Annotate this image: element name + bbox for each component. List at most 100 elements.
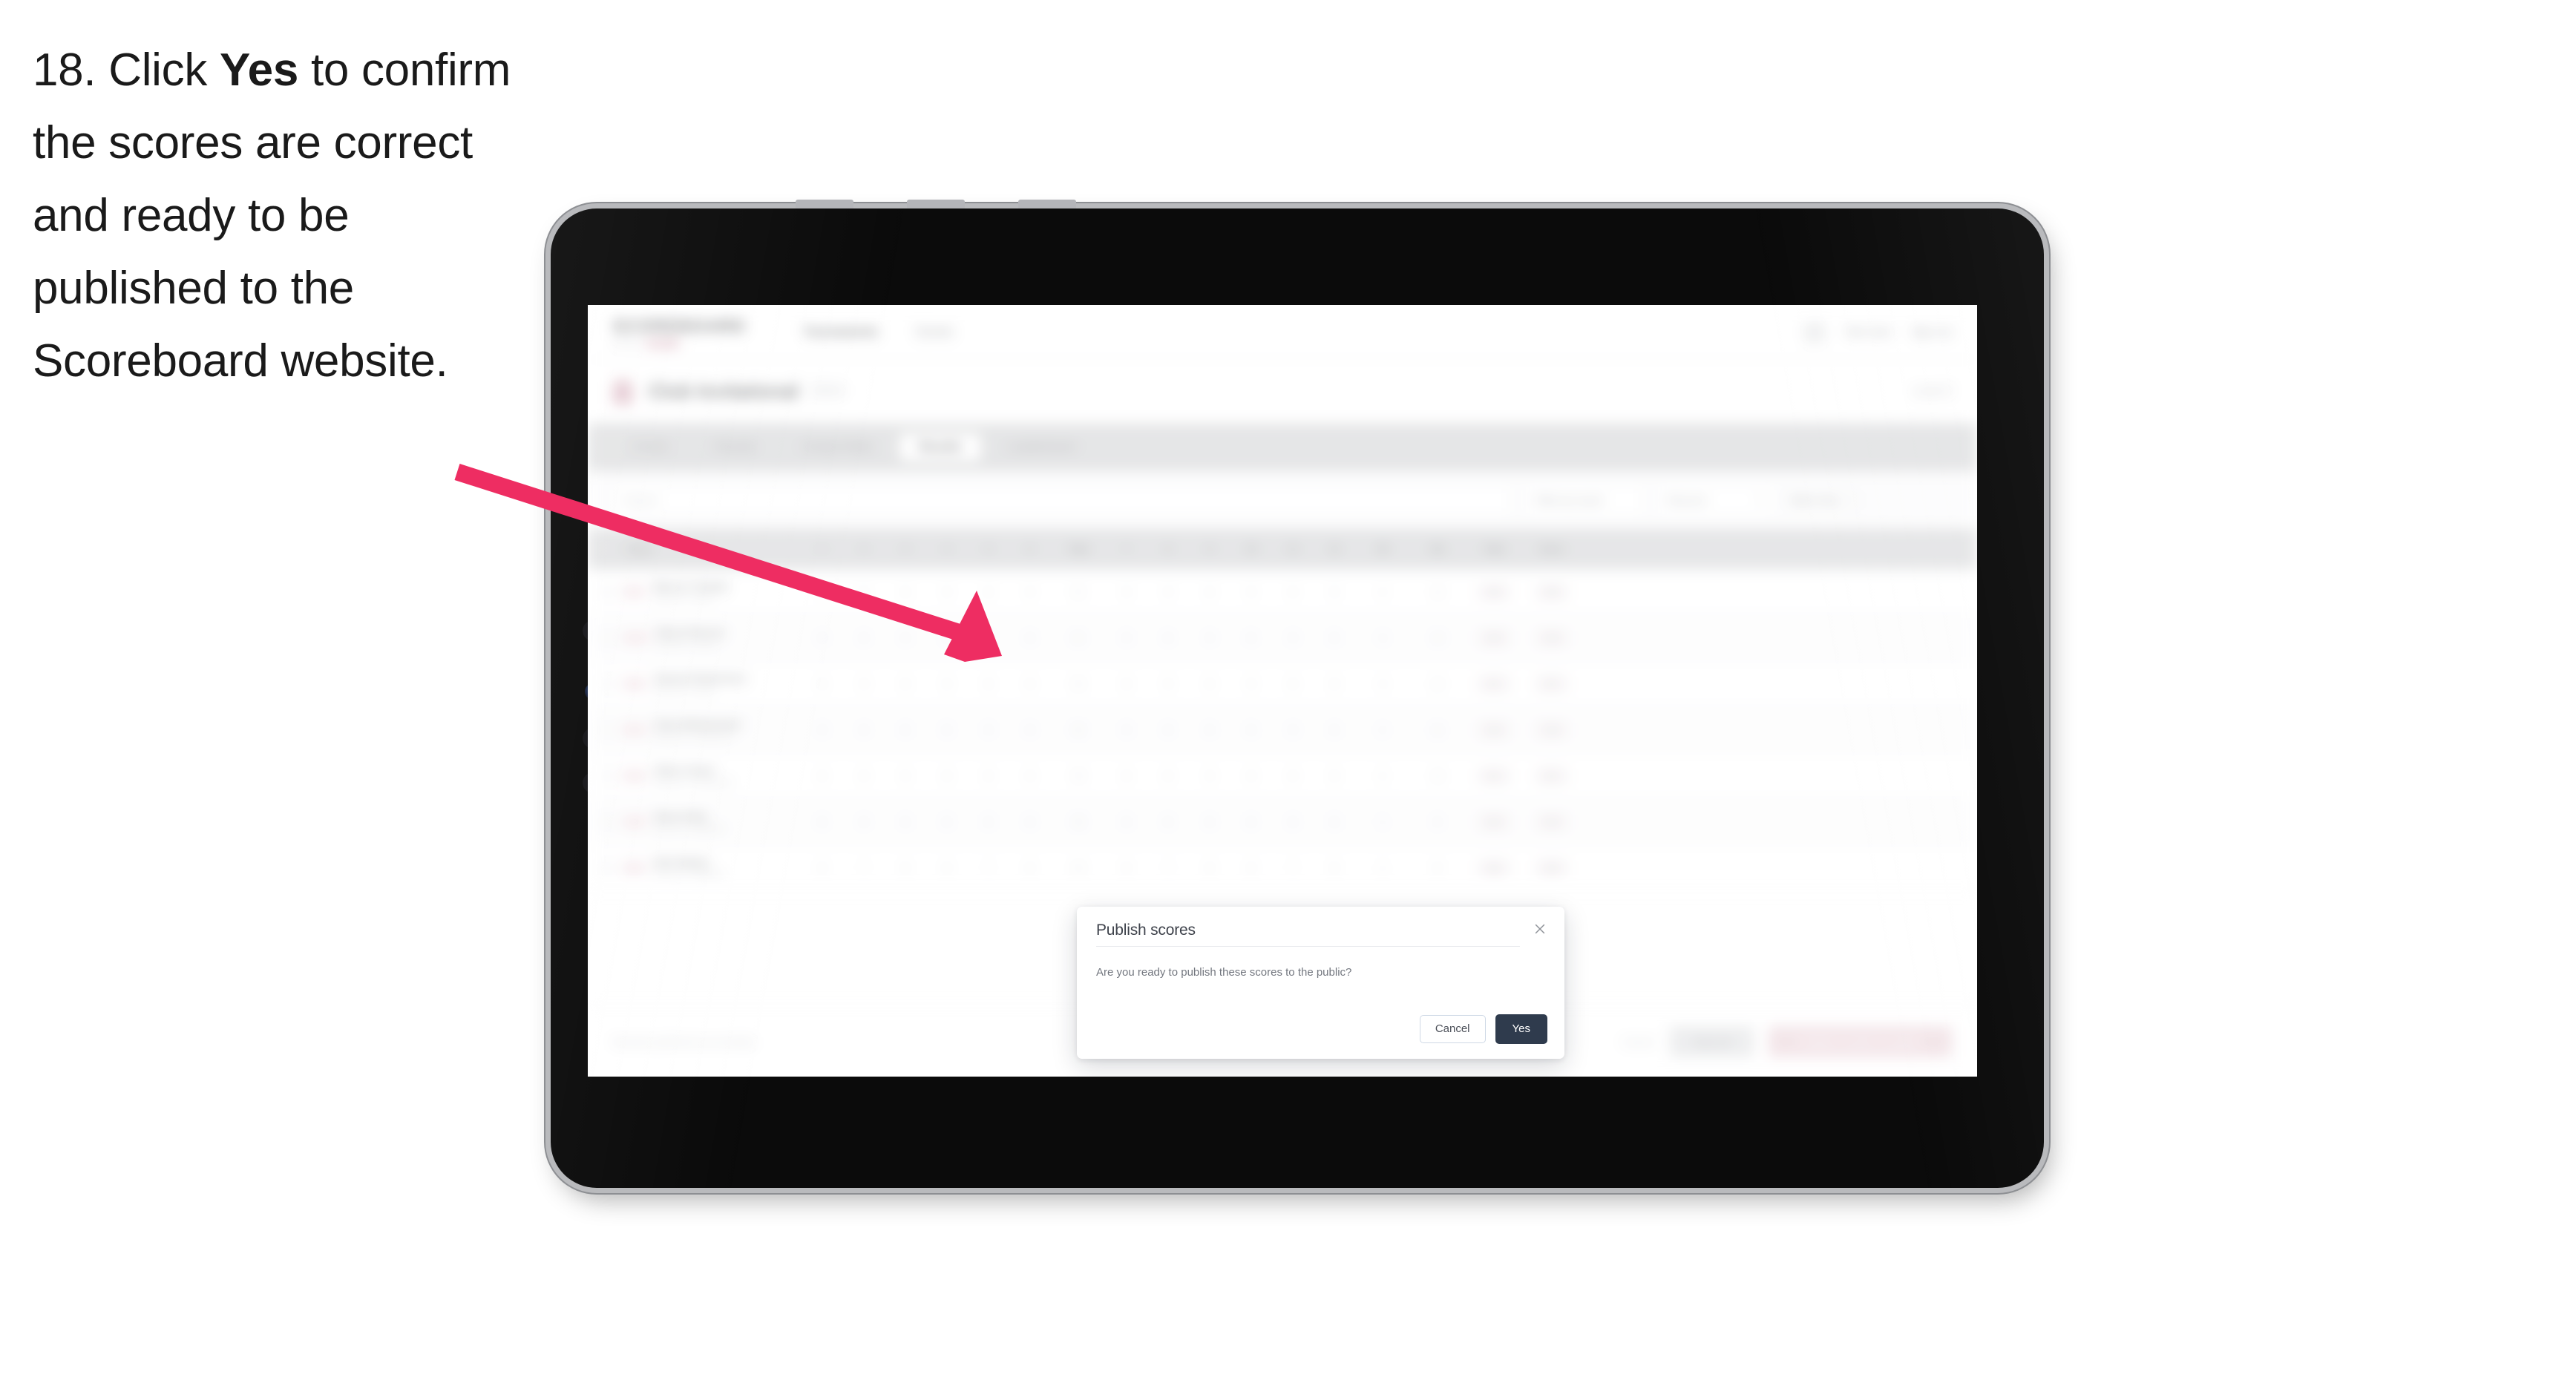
score-cell[interactable]: 9 bbox=[1147, 587, 1189, 597]
score-cell[interactable]: 9 bbox=[802, 633, 843, 643]
score-cell[interactable]: 9 bbox=[1106, 633, 1147, 643]
score-cell[interactable]: 8 bbox=[1009, 863, 1051, 873]
score-cell[interactable]: 8 bbox=[885, 587, 926, 597]
score-cell[interactable]: 8 bbox=[885, 725, 926, 735]
filter-round-select[interactable]: Filter by round bbox=[1524, 483, 1643, 516]
nav-link-tournaments[interactable]: Tournaments bbox=[804, 326, 878, 339]
tab-leaderboard[interactable]: Leaderboard bbox=[989, 433, 1095, 462]
row-checkbox[interactable] bbox=[601, 631, 614, 645]
table-row[interactable]: 1st Marcus Tanaka Recurve • Senior 9 9 8 9 8 9 52… bbox=[588, 569, 1977, 615]
score-cell[interactable]: 9 bbox=[1314, 587, 1355, 597]
score-cell[interactable]: 8 bbox=[1189, 679, 1230, 689]
score-cell[interactable]: 8 bbox=[968, 771, 1009, 781]
score-cell[interactable]: 8 bbox=[885, 817, 926, 827]
table-row[interactable]: 7th Nick Bailey Recurve • Barebow 8 7 8 8 7 8 46 8… bbox=[588, 845, 1977, 891]
table-row[interactable]: 2nd Elena Petrova Recurve • Senior 9 8 9 8 9 8 51… bbox=[588, 615, 1977, 661]
score-cell[interactable]: 9 bbox=[1106, 725, 1147, 735]
search-input[interactable]: Search bbox=[613, 483, 1511, 516]
score-cell[interactable]: 8 bbox=[926, 725, 968, 735]
score-cell[interactable]: 8 bbox=[1009, 771, 1051, 781]
score-cell[interactable]: 9 bbox=[843, 679, 885, 689]
tab-rounds[interactable]: Rounds bbox=[695, 433, 775, 462]
save-all-button[interactable]: Save all bbox=[1669, 1025, 1754, 1057]
score-cell[interactable]: 9 bbox=[885, 633, 926, 643]
score-cell[interactable]: 8 bbox=[1106, 863, 1147, 873]
row-checkbox[interactable] bbox=[601, 585, 614, 599]
row-checkbox[interactable] bbox=[601, 769, 614, 783]
tab-results[interactable]: Results bbox=[899, 433, 981, 462]
score-cell[interactable]: 8 bbox=[1147, 771, 1189, 781]
score-cell[interactable]: 8 bbox=[1009, 633, 1051, 643]
nav-link-events[interactable]: Events bbox=[917, 326, 953, 339]
score-cell[interactable]: 8 bbox=[1272, 771, 1314, 781]
score-cell[interactable]: 8 bbox=[968, 679, 1009, 689]
filter-bow-select[interactable]: Recurve ▼ bbox=[1656, 483, 1775, 516]
score-cell[interactable]: 8 bbox=[926, 817, 968, 827]
score-cell[interactable]: 8 bbox=[1272, 817, 1314, 827]
score-cell[interactable]: 8 bbox=[802, 679, 843, 689]
footer-cancel-link[interactable]: Cancel bbox=[1622, 1036, 1655, 1048]
score-cell[interactable]: 8 bbox=[1230, 817, 1272, 827]
row-checkbox[interactable] bbox=[601, 723, 614, 737]
score-cell[interactable]: 8 bbox=[843, 817, 885, 827]
score-cell[interactable]: 8 bbox=[802, 817, 843, 827]
yes-button[interactable]: Yes bbox=[1495, 1014, 1547, 1044]
score-cell[interactable]: 9 bbox=[1147, 679, 1189, 689]
score-cell[interactable]: 8 bbox=[885, 863, 926, 873]
score-cell[interactable]: 8 bbox=[802, 771, 843, 781]
score-cell[interactable]: 8 bbox=[968, 587, 1009, 597]
score-cell[interactable]: 8 bbox=[1230, 771, 1272, 781]
device-top-button-2[interactable] bbox=[907, 200, 965, 208]
score-cell[interactable]: 7 bbox=[968, 863, 1009, 873]
score-cell[interactable]: 8 bbox=[1147, 725, 1189, 735]
score-cell[interactable]: 8 bbox=[1314, 633, 1355, 643]
table-row[interactable]: 3rd Samuel Robertson Recurve • Senior 8 9 8 9 8… bbox=[588, 661, 1977, 707]
score-cell[interactable]: 8 bbox=[1106, 817, 1147, 827]
score-cell[interactable]: 8 bbox=[1314, 771, 1355, 781]
table-row[interactable]: 6th Dana Kelly Recurve • Barebow 8 8 8 8 8 8 48 8 8… bbox=[588, 799, 1977, 845]
score-cell[interactable]: 9 bbox=[926, 679, 968, 689]
table-row[interactable]: 5th Oliver Grant Recurve • Compound 8 8 9 8 8 8 4… bbox=[588, 753, 1977, 799]
device-top-button-3[interactable] bbox=[1018, 200, 1076, 208]
score-cell[interactable]: 9 bbox=[968, 725, 1009, 735]
score-cell[interactable]: 8 bbox=[1272, 587, 1314, 597]
score-cell[interactable]: 9 bbox=[1230, 587, 1272, 597]
table-only-toggle[interactable]: Table Only bbox=[1789, 493, 1858, 507]
score-cell[interactable]: 8 bbox=[1106, 679, 1147, 689]
score-cell[interactable]: 9 bbox=[1009, 587, 1051, 597]
score-cell[interactable]: 8 bbox=[1314, 679, 1355, 689]
score-cell[interactable]: 9 bbox=[843, 587, 885, 597]
score-cell[interactable]: 8 bbox=[843, 725, 885, 735]
score-cell[interactable]: 9 bbox=[1230, 679, 1272, 689]
score-cell[interactable]: 8 bbox=[926, 771, 968, 781]
score-cell[interactable]: 7 bbox=[1147, 863, 1189, 873]
score-cell[interactable]: 8 bbox=[1314, 863, 1355, 873]
sign-out-link[interactable]: Sign out bbox=[1911, 326, 1952, 338]
score-cell[interactable]: 8 bbox=[1189, 587, 1230, 597]
score-cell[interactable]: 9 bbox=[1272, 725, 1314, 735]
avatar[interactable] bbox=[1803, 321, 1826, 344]
score-cell[interactable]: 9 bbox=[1272, 633, 1314, 643]
score-cell[interactable]: 8 bbox=[1230, 725, 1272, 735]
brand-logo[interactable]: SCOREBOARD Archery BETA bbox=[613, 317, 746, 348]
score-cell[interactable]: 8 bbox=[1009, 725, 1051, 735]
score-cell[interactable]: 8 bbox=[1147, 633, 1189, 643]
tab-compe-mode[interactable]: Compe Mode bbox=[782, 433, 892, 462]
score-cell[interactable]: 8 bbox=[843, 771, 885, 781]
score-cell[interactable]: 8 bbox=[1189, 863, 1230, 873]
score-cell[interactable]: 9 bbox=[802, 725, 843, 735]
score-cell[interactable]: 8 bbox=[926, 633, 968, 643]
score-cell[interactable]: 9 bbox=[926, 587, 968, 597]
row-checkbox[interactable] bbox=[601, 815, 614, 829]
score-cell[interactable]: 7 bbox=[843, 863, 885, 873]
score-cell[interactable]: 8 bbox=[1230, 633, 1272, 643]
cancel-button[interactable]: Cancel bbox=[1419, 1015, 1486, 1043]
score-cell[interactable]: 8 bbox=[1314, 817, 1355, 827]
score-cell[interactable]: 8 bbox=[1272, 679, 1314, 689]
score-cell[interactable]: 8 bbox=[802, 863, 843, 873]
device-top-button-1[interactable] bbox=[796, 200, 853, 208]
score-cell[interactable]: 9 bbox=[1189, 771, 1230, 781]
score-cell[interactable]: 9 bbox=[968, 633, 1009, 643]
score-cell[interactable]: 8 bbox=[968, 817, 1009, 827]
score-cell[interactable]: 8 bbox=[926, 863, 968, 873]
